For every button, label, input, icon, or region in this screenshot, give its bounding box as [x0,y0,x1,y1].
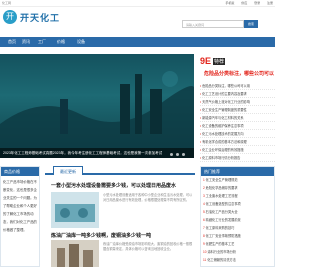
list-item[interactable]: •化工安全生产管理制度的重要性 [200,106,275,114]
article-title[interactable]: 炼油厂油库一吨多少钱啊，废铜油多少钱一吨 [51,232,151,239]
nav-item-home[interactable]: 首页 [8,39,16,45]
nav-item-factory[interactable]: 工厂 [38,39,46,45]
list-item[interactable]: 8 化工厂安全事故预防措施 [201,232,274,240]
banner-dot[interactable] [176,153,179,156]
list-item[interactable]: •危险品分类标注，哪些公司可以用 [200,82,275,90]
list-item[interactable]: •化工原料市场行情分析报告 [200,154,275,162]
ad-tag: 9E [200,56,212,66]
site-logo[interactable]: 开 开天化工 [3,9,63,25]
ad-tag-label: 特荐 [213,58,226,65]
top-link-register[interactable]: 注册 [267,1,273,5]
hot-panel: 热门推荐 1 化工安全生产管理规范 2 危险化学品储存的要求 3 工业废水处理工… [200,166,275,267]
list-item[interactable]: 1 化工安全生产管理规范 [201,176,274,184]
search-input[interactable]: 请输入关键词 [182,20,244,28]
list-item[interactable]: 7 化工原料采购的技巧 [201,224,274,232]
article-summary: 炼油厂油库价格受原油市场影响较大，废铜油的回收价格一般根据含铜量来定，具体价格可… [103,242,193,251]
logo-name: 开天化工 [20,13,61,23]
headline-link[interactable]: 危险品分类标注，哪些公司可以用 [204,70,274,77]
article-summary: 小型污水处理设备适用于各种中小型企业和生活污水处理，可以对日用品废水进行有效处理… [103,193,193,202]
top-link-mobile[interactable]: 手机版 [225,1,234,5]
hot-panel-header: 热门推荐 [201,167,274,176]
news-list: •危险品分类标注，哪些公司可以用 •化工工艺设计的主要内容及要求 •天然气价格上… [200,82,275,162]
top-bar: 化工网 手机版 供应 登录 注册 [0,0,275,7]
top-link-supply[interactable]: 供应 [241,1,247,5]
nav-item-news[interactable]: 资讯 [22,39,30,45]
list-item[interactable]: •化工企业环保治理的有效措施 [200,146,275,154]
list-item[interactable]: 2 危险化学品储存的要求 [201,184,274,192]
list-item[interactable]: •新能源汽车与化工材料的关系 [200,114,275,122]
banner-dot[interactable] [170,153,173,156]
nav-item-price[interactable]: 价格 [57,39,65,45]
list-item[interactable]: 9 化肥生产的基本工艺 [201,240,274,248]
list-item[interactable]: 6 精细化工行业的发展前景 [201,216,274,224]
list-item[interactable]: 5 石油化工产品分类大全 [201,208,274,216]
banner-illustration [0,71,194,158]
list-item[interactable]: •化工污水处理技术的发展方向 [200,130,275,138]
top-bar-site-label: 化工网 [2,1,12,5]
list-item[interactable]: 10 涂料行业的市场分析 [201,248,274,256]
price-panel-header: 商品价格 [1,167,39,176]
list-item[interactable]: •化工设备的维护保养注意事项 [200,122,275,130]
main-nav: 首页 资讯 工厂 价格 设备 [0,37,275,47]
article-title[interactable]: 一套小型污水处理设备需要多少钱，可以处理日用品废水 [51,182,176,189]
price-panel: 商品价格 化工产品市场价格在不断变化，这也是很多企业关注的一个问题。为了帮助企业… [0,166,40,267]
top-link-login[interactable]: 登录 [254,1,260,5]
content-tabs: 最近更新 [45,166,195,175]
list-item[interactable]: •有机化学合成的基本方法和原理 [200,138,275,146]
list-item[interactable]: 3 工业废水处理工艺流程 [201,192,274,200]
logo-mark-icon: 开 [3,10,17,24]
hero-banner[interactable]: 2023年化工工程师基础考试真题2023年，我今年考注册化工工程师基础考试，这也… [0,54,194,158]
list-item[interactable]: 4 化工设备选型的注意事项 [201,200,274,208]
article-thumbnail[interactable] [51,192,99,228]
featured-ad[interactable]: 9E 特荐 [200,56,275,68]
article-thumbnail[interactable] [51,240,99,267]
list-item[interactable]: •天然气价格上涨对化工行业的影响 [200,98,275,106]
price-panel-text: 化工产品市场价格在不断变化，这也是很多企业关注的一个问题。为了帮助企业和个人更好… [3,180,37,232]
banner-dot[interactable] [182,153,185,156]
list-item[interactable]: •化工工艺设计的主要内容及要求 [200,90,275,98]
search-button[interactable]: 搜索 [244,20,258,28]
tab-recent[interactable]: 最近更新 [53,166,83,175]
banner-caption: 2023年化工工程师基础考试真题2023年，我今年考注册化工工程师基础考试，这也… [0,148,194,158]
top-bar-links: 手机版 供应 登录 注册 [219,1,273,5]
list-item[interactable]: 11 化工储罐的清洗方法 [201,256,274,264]
nav-item-equipment[interactable]: 设备 [77,39,85,45]
